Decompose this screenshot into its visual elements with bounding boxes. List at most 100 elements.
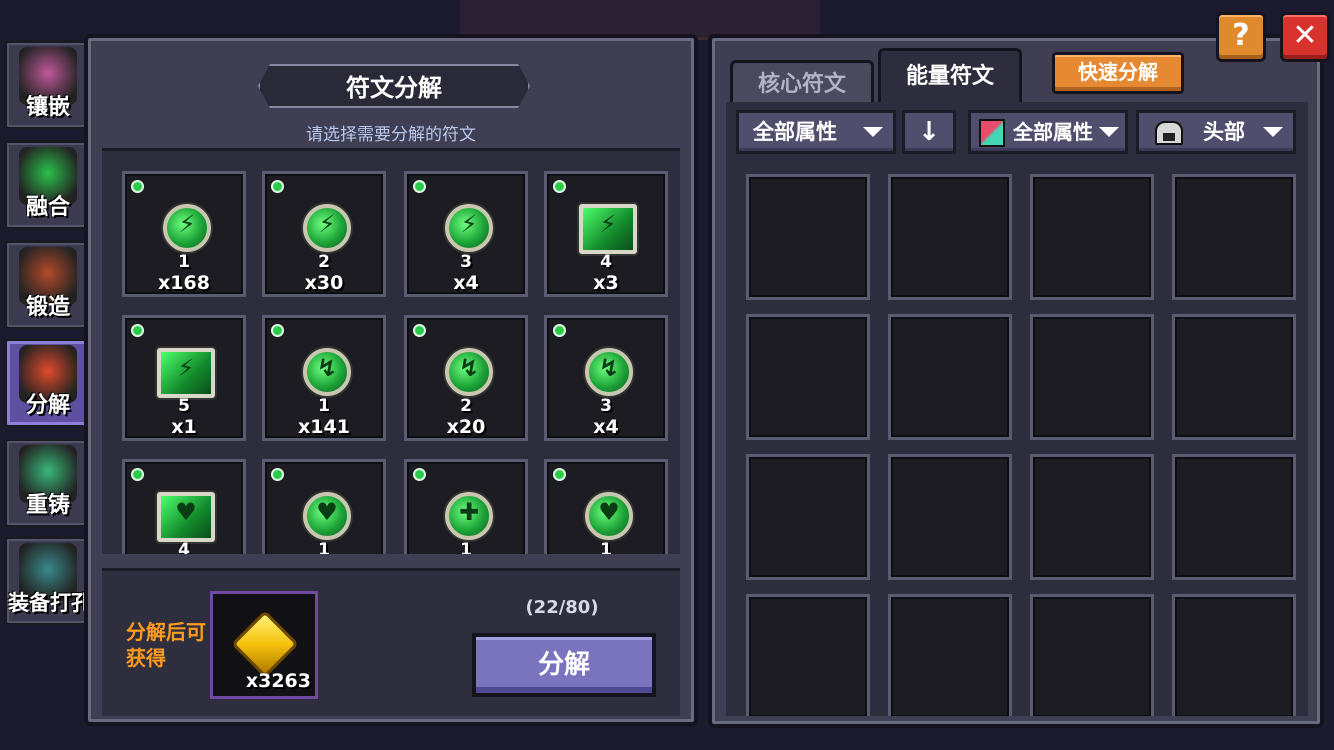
color-attribute-dropdown[interactable]: 全部属性 (968, 110, 1128, 154)
rune-quantity: x4 (453, 272, 479, 294)
inventory-slot[interactable] (1172, 594, 1296, 716)
rune-type-marker-icon (131, 468, 144, 481)
sort-button[interactable]: ↓ (902, 110, 956, 154)
inventory-grid (726, 158, 1308, 716)
rune-gem-icon: ↯ (303, 348, 351, 396)
rune-slot[interactable]: ⚡ 1 x168 (122, 171, 246, 297)
rune-slot[interactable]: ♥ 1 (262, 459, 386, 554)
side-tab-1[interactable]: 镶嵌 (4, 40, 92, 130)
rune-slot[interactable]: ⚡ 4 x3 (544, 171, 668, 297)
rune-gem-icon: ⚡ (163, 204, 211, 252)
rune-level: 5 (178, 396, 190, 416)
inventory-slot[interactable] (746, 314, 870, 440)
side-tab-3[interactable]: 锻造 (4, 240, 92, 330)
attribute-filter-label: 全部属性 (753, 120, 837, 144)
rune-slot[interactable]: ⚡ 5 x1 (122, 315, 246, 441)
side-tab-4[interactable]: 分解 (4, 338, 92, 428)
rune-slot[interactable]: ↯ 1 x141 (262, 315, 386, 441)
rune-level: 3 (600, 396, 612, 416)
rune-slot[interactable]: ✚ 1 (404, 459, 528, 554)
reward-slot: x3263 (210, 591, 318, 699)
inventory-slot[interactable] (888, 454, 1012, 580)
side-tab-6[interactable]: 装备打孔 (4, 536, 92, 626)
rune-glyph: ↯ (458, 354, 480, 382)
rune-level: 2 (318, 252, 330, 272)
rune-level: 4 (600, 252, 612, 272)
rune-quantity: x168 (158, 272, 210, 294)
rune-gem-icon: ⚡ (157, 348, 215, 398)
rune-level: 3 (460, 252, 472, 272)
chevron-down-icon (1263, 127, 1283, 137)
rune-quantity: x141 (298, 416, 350, 438)
rune-glyph: ⚡ (599, 210, 617, 238)
rune-gem-icon: ⚡ (303, 204, 351, 252)
inventory-slot[interactable] (746, 594, 870, 716)
quick-decompose-button[interactable]: 快速分解 (1052, 52, 1184, 94)
rune-type-marker-icon (553, 324, 566, 337)
side-tab-2[interactable]: 融合 (4, 140, 92, 230)
inventory-slot[interactable] (888, 174, 1012, 300)
side-tab-5[interactable]: 重铸 (4, 438, 92, 528)
help-button[interactable]: ? (1216, 12, 1266, 62)
rune-type-marker-icon (271, 468, 284, 481)
rune-slot[interactable]: ↯ 3 x4 (544, 315, 668, 441)
rune-dust-icon (231, 610, 299, 678)
inventory-slot[interactable] (1030, 454, 1154, 580)
rune-type-marker-icon (131, 324, 144, 337)
side-tab-label: 镶嵌 (25, 95, 70, 120)
inventory-slot[interactable] (1172, 314, 1296, 440)
rune-slot[interactable]: ⚡ 3 x4 (404, 171, 528, 297)
rune-level: 1 (318, 540, 330, 554)
rune-type-marker-icon (553, 180, 566, 193)
side-tab-label: 锻造 (25, 295, 70, 320)
inventory-slot[interactable] (746, 174, 870, 300)
rune-gem-icon: ♥ (585, 492, 633, 540)
rune-selection-grid: ⚡ 1 x168 ⚡ 2 x30 ⚡ 3 x4 ⚡ 4 x3 ⚡ 5 x1 ↯ 1 x141 ↯ 2 x20 ↯ 3 x4 ♥ 4… (102, 148, 680, 554)
rune-decompose-panel: 符文分解 请选择需要分解的符文 ⚡ 1 x168 ⚡ 2 x30 ⚡ 3 x4 ⚡ 4 x3 ⚡ 5 x1 ↯… (84, 34, 698, 726)
rune-glyph: ↯ (316, 354, 338, 382)
rune-gem-icon: ♥ (157, 492, 215, 542)
rune-glyph: ✚ (458, 498, 480, 526)
rune-type-marker-icon (131, 180, 144, 193)
rune-slot[interactable]: ↯ 2 x20 (404, 315, 528, 441)
inventory-slot[interactable] (1172, 174, 1296, 300)
rune-gem-icon: ♥ (303, 492, 351, 540)
rune-slot[interactable]: ⚡ 2 x30 (262, 171, 386, 297)
inventory-slot[interactable] (1030, 174, 1154, 300)
inventory-slot[interactable] (888, 314, 1012, 440)
side-tab-label: 重铸 (25, 493, 70, 518)
attribute-filter-dropdown[interactable]: 全部属性 (736, 110, 896, 154)
chevron-down-icon (863, 127, 883, 137)
rune-quantity: x30 (304, 272, 344, 294)
color-swatch-icon (979, 119, 1005, 147)
inventory-slot[interactable] (888, 594, 1012, 716)
chevron-down-icon (1099, 127, 1119, 137)
rune-gem-icon: ⚡ (579, 204, 637, 254)
rune-quantity: x1 (171, 416, 197, 438)
inventory-slot[interactable] (1030, 314, 1154, 440)
rune-type-marker-icon (553, 468, 566, 481)
rune-quantity: x3 (593, 272, 619, 294)
inventory-slot[interactable] (1030, 594, 1154, 716)
selection-count: (22/80) (525, 597, 599, 618)
tab-energy-runes[interactable]: 能量符文 (878, 48, 1022, 104)
rune-type-marker-icon (413, 180, 426, 193)
panel-subtitle: 请选择需要分解的符文 (306, 125, 476, 145)
tab-core-runes[interactable]: 核心符文 (730, 60, 874, 104)
inventory-slot[interactable] (1172, 454, 1296, 580)
arrow-down-icon: ↓ (918, 117, 940, 147)
rune-level: 1 (460, 540, 472, 554)
rune-glyph: ⚡ (460, 210, 478, 238)
decompose-footer: 分解后可获得 x3263 (22/80) 分解 (102, 568, 680, 716)
rune-glyph: ⚡ (318, 210, 336, 238)
decompose-button[interactable]: 分解 (472, 633, 656, 697)
close-button[interactable]: ✕ (1280, 12, 1330, 62)
rune-level: 4 (178, 540, 190, 554)
color-attribute-label: 全部属性 (1013, 120, 1093, 144)
equipment-slot-dropdown[interactable]: 头部 (1136, 110, 1296, 154)
rune-slot[interactable]: ♥ 1 (544, 459, 668, 554)
inventory-slot[interactable] (746, 454, 870, 580)
rune-gem-icon: ⚡ (445, 204, 493, 252)
rune-slot[interactable]: ♥ 4 (122, 459, 246, 554)
rune-glyph: ↯ (598, 354, 620, 382)
